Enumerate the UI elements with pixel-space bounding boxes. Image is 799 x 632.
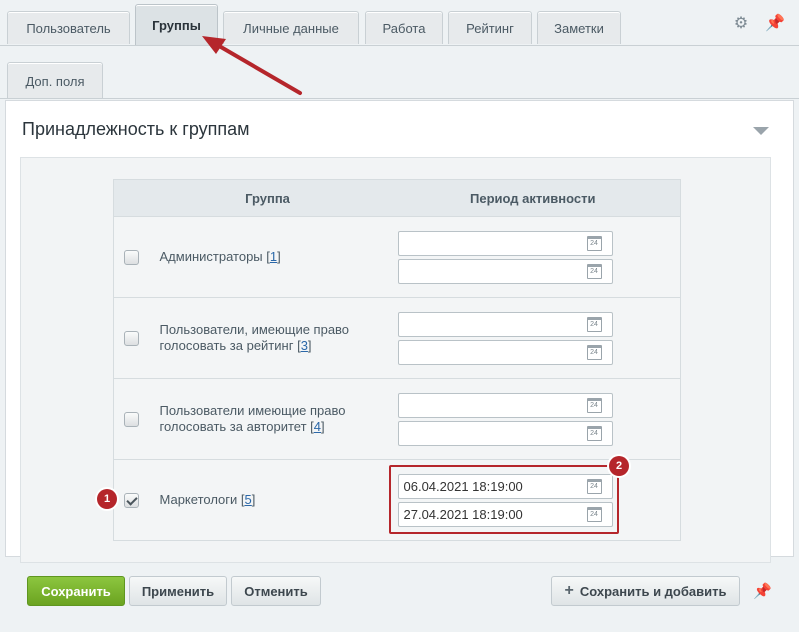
group-name: Пользователи имеющие право голосовать за … [149,378,386,460]
save-and-add-label: Сохранить и добавить [579,583,727,599]
group-id-link[interactable]: 1 [270,249,277,264]
date-from-field[interactable]: 24 [397,392,613,418]
tab-work-label: Работа [382,20,426,36]
group-name-line1: Пользователи, имеющие право [159,322,350,337]
date-to-field[interactable]: 24 [397,420,613,446]
header-checkbox-col [113,179,150,217]
tabs-separator-2 [0,98,799,99]
cancel-button[interactable]: Отменить [231,576,321,606]
collapse-icon[interactable] [753,127,769,135]
tabs-row-secondary: Доп. поля [0,52,799,99]
group-name: Администраторы [1] [149,216,386,298]
group-checkbox[interactable] [124,493,140,509]
annotation-badge-1: 1 [97,489,117,509]
tab-rating-label: Рейтинг [466,20,514,36]
tab-extra-fields[interactable]: Доп. поля [7,62,103,99]
tab-work[interactable]: Работа [365,11,443,44]
table-row: Администраторы [1] 24 24 [113,216,681,298]
calendar-icon[interactable]: 24 [586,263,602,279]
apply-button-label: Применить [141,583,215,599]
table-row: Пользователи имеющие право голосовать за … [113,378,681,460]
group-id-link[interactable]: 4 [314,419,321,434]
group-name-text: Администраторы [159,249,263,264]
annotation-badge-2: 2 [609,456,629,476]
group-id-link[interactable]: 3 [301,338,308,353]
tab-personal[interactable]: Личные данные [223,11,359,44]
calendar-icon[interactable]: 24 [586,344,602,360]
header-period: Период активности [385,179,681,217]
tab-rating[interactable]: Рейтинг [448,11,532,44]
pin-icon[interactable]: 📌 [765,16,785,32]
date-from-field[interactable]: 24 [397,311,613,337]
group-id-link[interactable]: 5 [245,492,252,507]
save-and-add-button[interactable]: + Сохранить и добавить [551,576,740,606]
group-name-text: Маркетологи [159,492,238,507]
tabs-row-main: Пользователь Группы Личные данные Работа… [0,0,799,46]
group-name-line2: голосовать за рейтинг [159,338,294,353]
group-checkbox[interactable] [124,250,140,266]
calendar-icon[interactable]: 24 [586,235,602,251]
pin-icon[interactable]: 📌 [753,582,772,600]
header-group: Группа [149,179,386,217]
tab-user-label: Пользователь [26,20,111,36]
tab-extra-fields-label: Доп. поля [25,73,85,89]
apply-button[interactable]: Применить [129,576,227,606]
calendar-icon[interactable]: 24 [586,397,602,413]
gear-icon[interactable]: ⚙ [733,16,749,32]
tab-notes[interactable]: Заметки [537,11,621,44]
calendar-icon[interactable]: 24 [586,425,602,441]
group-checkbox[interactable] [124,412,140,428]
group-name-line1: Пользователи имеющие право [159,403,346,418]
save-button-label: Сохранить [41,583,111,599]
cancel-button-label: Отменить [244,583,308,599]
tab-notes-label: Заметки [554,20,604,36]
tab-personal-label: Личные данные [243,20,339,36]
date-to-field[interactable]: 24 [397,339,613,365]
calendar-icon[interactable]: 24 [586,316,602,332]
group-checkbox[interactable] [124,331,140,347]
save-button[interactable]: Сохранить [27,576,125,606]
tab-groups[interactable]: Группы [135,4,218,46]
table-row: Пользователи, имеющие право голосовать за… [113,297,681,379]
tab-user[interactable]: Пользователь [7,11,130,44]
group-name-line2: голосовать за авторитет [159,419,307,434]
tab-groups-label: Группы [152,18,201,33]
tabs-separator [0,45,799,46]
date-to-field[interactable]: 24 [397,258,613,284]
panel-title: Принадлежность к группам [22,119,250,139]
date-from-field[interactable]: 24 [397,230,613,256]
highlight-box [389,465,619,534]
group-name: Пользователи, имеющие право голосовать за… [149,297,386,379]
plus-icon: + [564,582,574,599]
group-name: Маркетологи [5] [149,459,386,541]
